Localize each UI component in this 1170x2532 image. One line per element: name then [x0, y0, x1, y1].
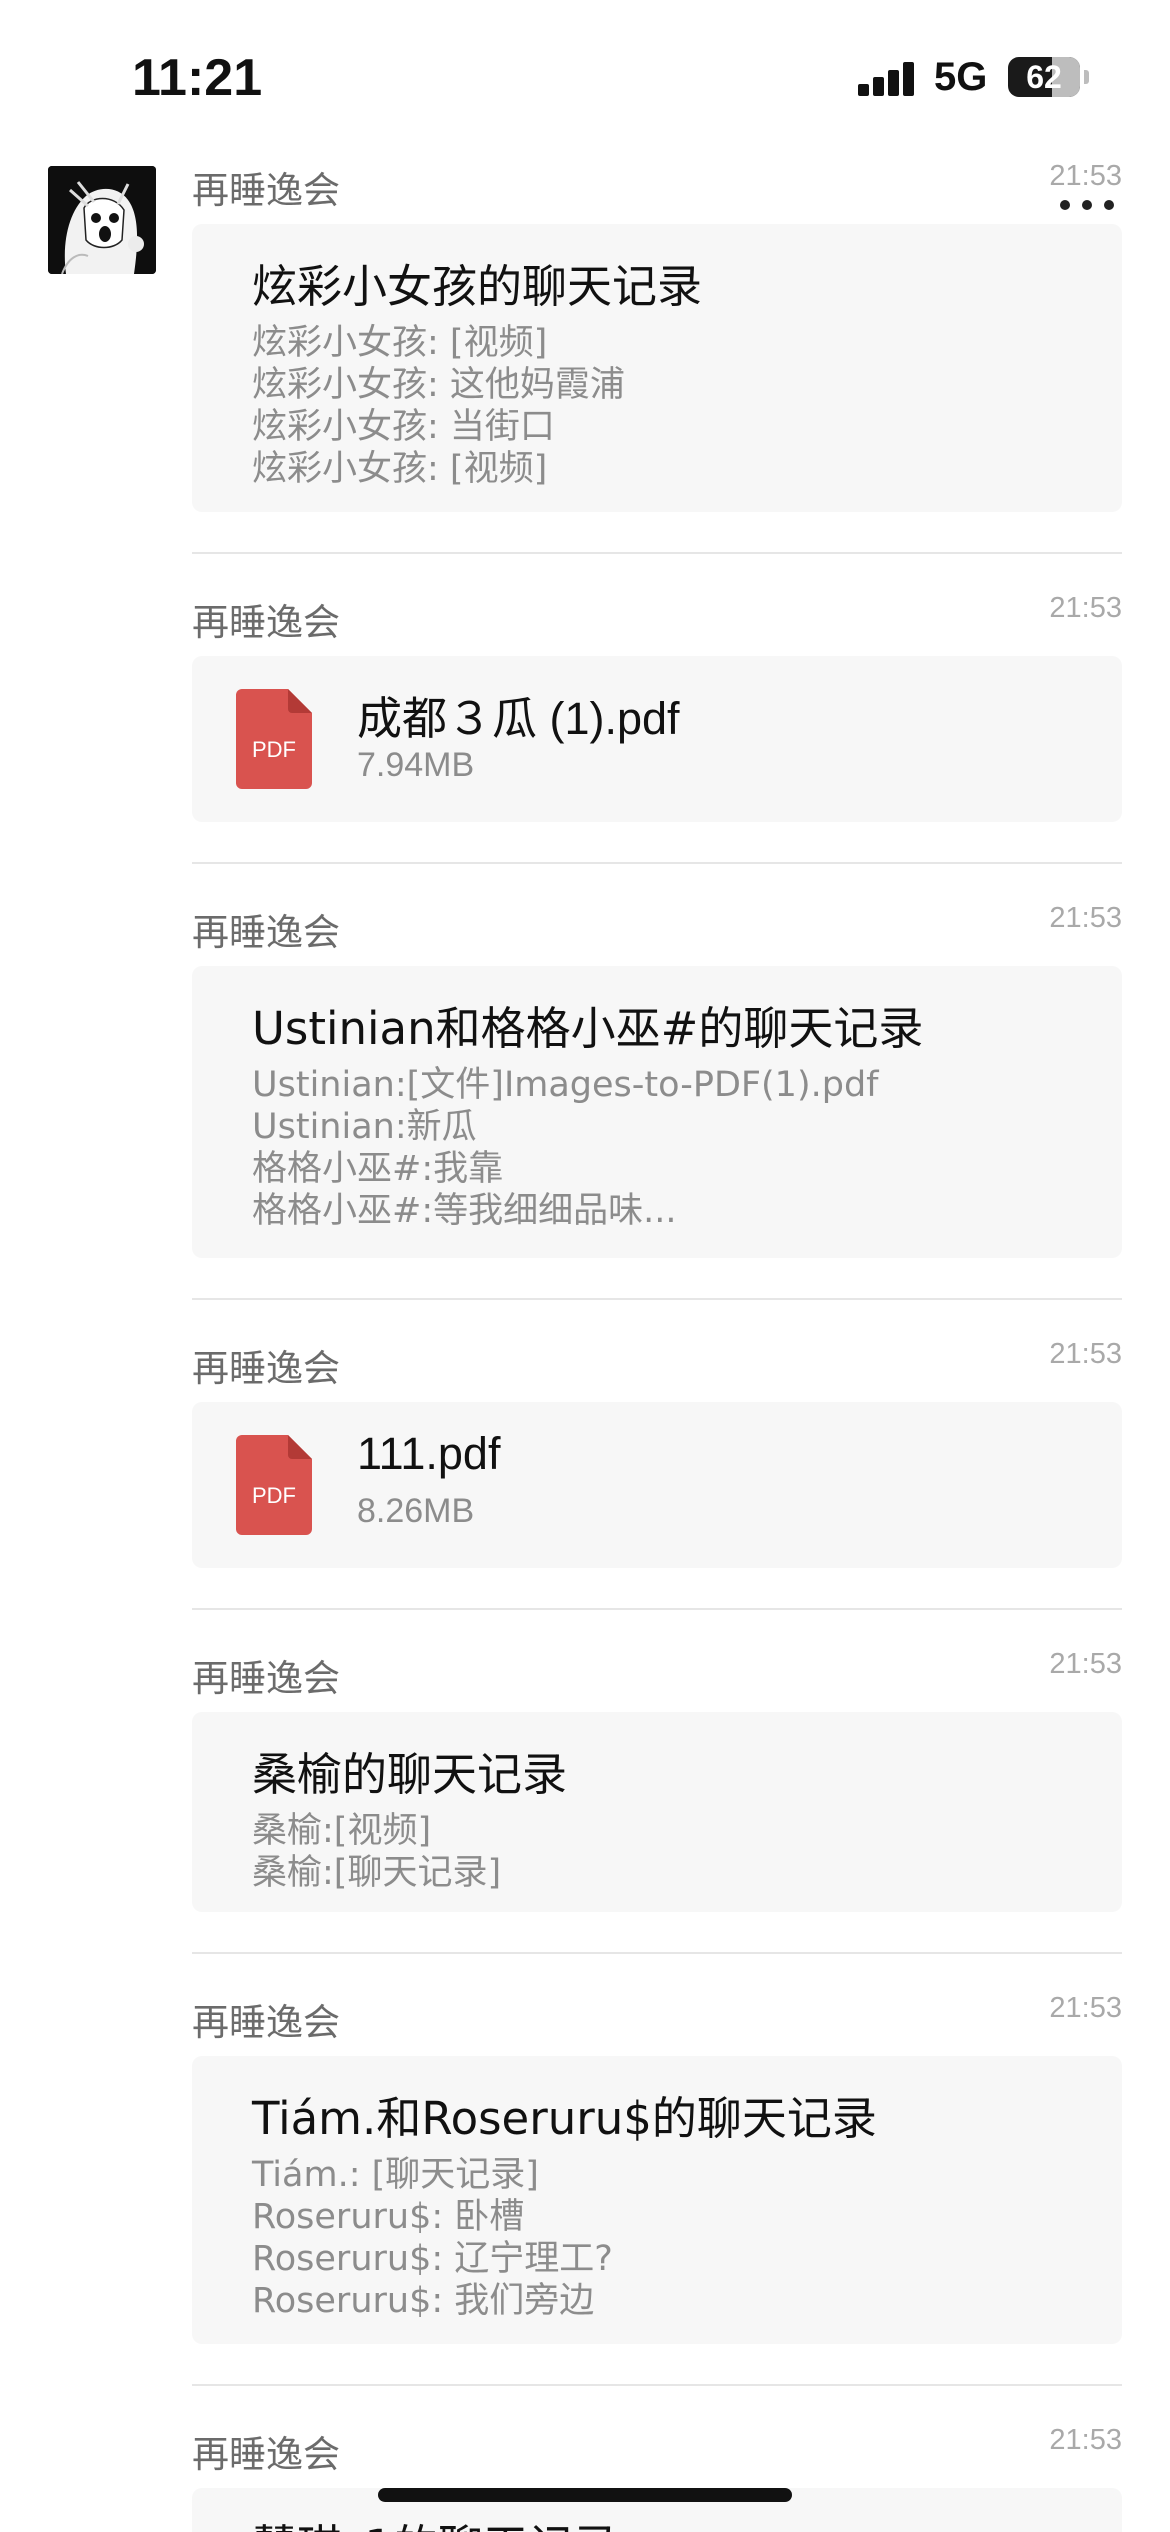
message-item: 再睡逸会 21:53 PDF 111.pdf 8.26MB: [192, 1338, 1122, 1568]
message-time: 21:53: [1049, 592, 1122, 624]
divider: [192, 1608, 1122, 1610]
file-card[interactable]: PDF 111.pdf 8.26MB: [192, 1402, 1122, 1568]
message-item: 再睡逸会 21:53 炫彩小女孩的聊天记录 炫彩小女孩: [视频] 炫彩小女孩:…: [192, 160, 1122, 512]
status-bar: 11:21 5G 62: [0, 0, 1170, 150]
divider: [192, 862, 1122, 864]
divider: [192, 1298, 1122, 1300]
message-time: 21:53: [1049, 1338, 1122, 1370]
message-time: 21:53: [1049, 902, 1122, 934]
message-time: 21:53: [1049, 1648, 1122, 1680]
chat-record-line: Roseruru$: 我们旁边: [252, 2281, 595, 2321]
message-time: 21:53: [1049, 2424, 1122, 2456]
chat-record-title: 桑榆的聊天记录: [252, 1748, 568, 1801]
pdf-label: PDF: [252, 737, 296, 762]
chat-record-card[interactable]: Tiám.和Roseruru$的聊天记录 Tiám.: [聊天记录] Roser…: [192, 2056, 1122, 2344]
battery-tip: [1084, 70, 1089, 84]
file-size: 8.26MB: [357, 1492, 475, 1530]
chat-record-card[interactable]: Ustinian和格格小巫#的聊天记录 Ustinian:[文件]Images-…: [192, 966, 1122, 1258]
status-time: 11:21: [132, 49, 263, 107]
divider: [192, 552, 1122, 554]
home-indicator[interactable]: [378, 2488, 792, 2502]
signal-icon: [858, 62, 916, 96]
message-item: 再睡逸会 21:53 Ustinian和格格小巫#的聊天记录 Ustinian:…: [192, 902, 1122, 1258]
sender-name: 再睡逸会: [192, 1347, 340, 1390]
sender-name: 再睡逸会: [192, 1657, 340, 1700]
chat-record-title: 炫彩小女孩的聊天记录: [252, 260, 703, 313]
file-name: 成都３瓜 (1).pdf: [357, 693, 680, 744]
chat-record-title: Ustinian和格格小巫#的聊天记录: [252, 1002, 924, 1055]
pdf-label: PDF: [252, 1483, 296, 1508]
chat-record-line: 炫彩小女孩: [视频]: [252, 449, 548, 489]
message-item: 再睡逸会 21:53 Tiám.和Roseruru$的聊天记录 Tiám.: […: [192, 1992, 1122, 2344]
battery-icon: 62: [1008, 57, 1080, 97]
battery-level: 62: [1026, 59, 1062, 95]
message-time: 21:53: [1049, 160, 1122, 192]
sender-name: 再睡逸会: [192, 2001, 340, 2044]
pdf-file-icon: PDF: [236, 1435, 312, 1535]
chat-record-card[interactable]: 炫彩小女孩的聊天记录 炫彩小女孩: [视频] 炫彩小女孩: 这他妈霞浦 炫彩小女…: [192, 224, 1122, 512]
sender-name: 再睡逸会: [192, 2433, 340, 2476]
chat-record-card[interactable]: 桑榆的聊天记录 桑榆:[视频] 桑榆:[聊天记录]: [192, 1712, 1122, 1912]
chat-record-line: 格格小巫#:等我细细品味...: [252, 1191, 677, 1231]
sender-name: 再睡逸会: [192, 601, 340, 644]
chat-record-title: Tiám.和Roseruru$的聊天记录: [252, 2092, 877, 2145]
message-item: 再睡逸会 21:53 慧琪_1的聊天记录: [192, 2424, 1122, 2532]
file-name: 111.pdf: [357, 1428, 501, 1479]
chat-history-screen: 11:21 5G 62 再睡逸会 21:53 炫彩小女孩的聊天记录 炫彩小女孩:…: [0, 0, 1170, 2532]
sender-name: 再睡逸会: [192, 169, 340, 212]
divider: [192, 2384, 1122, 2386]
chat-record-line: 桑榆:[聊天记录]: [252, 1853, 502, 1893]
message-item: 再睡逸会 21:53 PDF 成都３瓜 (1).pdf 7.94MB: [192, 592, 1122, 822]
network-type: 5G: [934, 55, 988, 99]
message-item: 再睡逸会 21:53 桑榆的聊天记录 桑榆:[视频] 桑榆:[聊天记录]: [192, 1648, 1122, 1912]
file-size: 7.94MB: [357, 746, 475, 784]
message-time: 21:53: [1049, 1992, 1122, 2024]
file-card[interactable]: PDF 成都３瓜 (1).pdf 7.94MB: [192, 656, 1122, 822]
sender-name: 再睡逸会: [192, 911, 340, 954]
divider: [192, 1952, 1122, 1954]
avatar[interactable]: [48, 166, 156, 274]
chat-record-title: 慧琪_1的聊天记录: [252, 2510, 618, 2532]
pdf-file-icon: PDF: [236, 689, 312, 789]
